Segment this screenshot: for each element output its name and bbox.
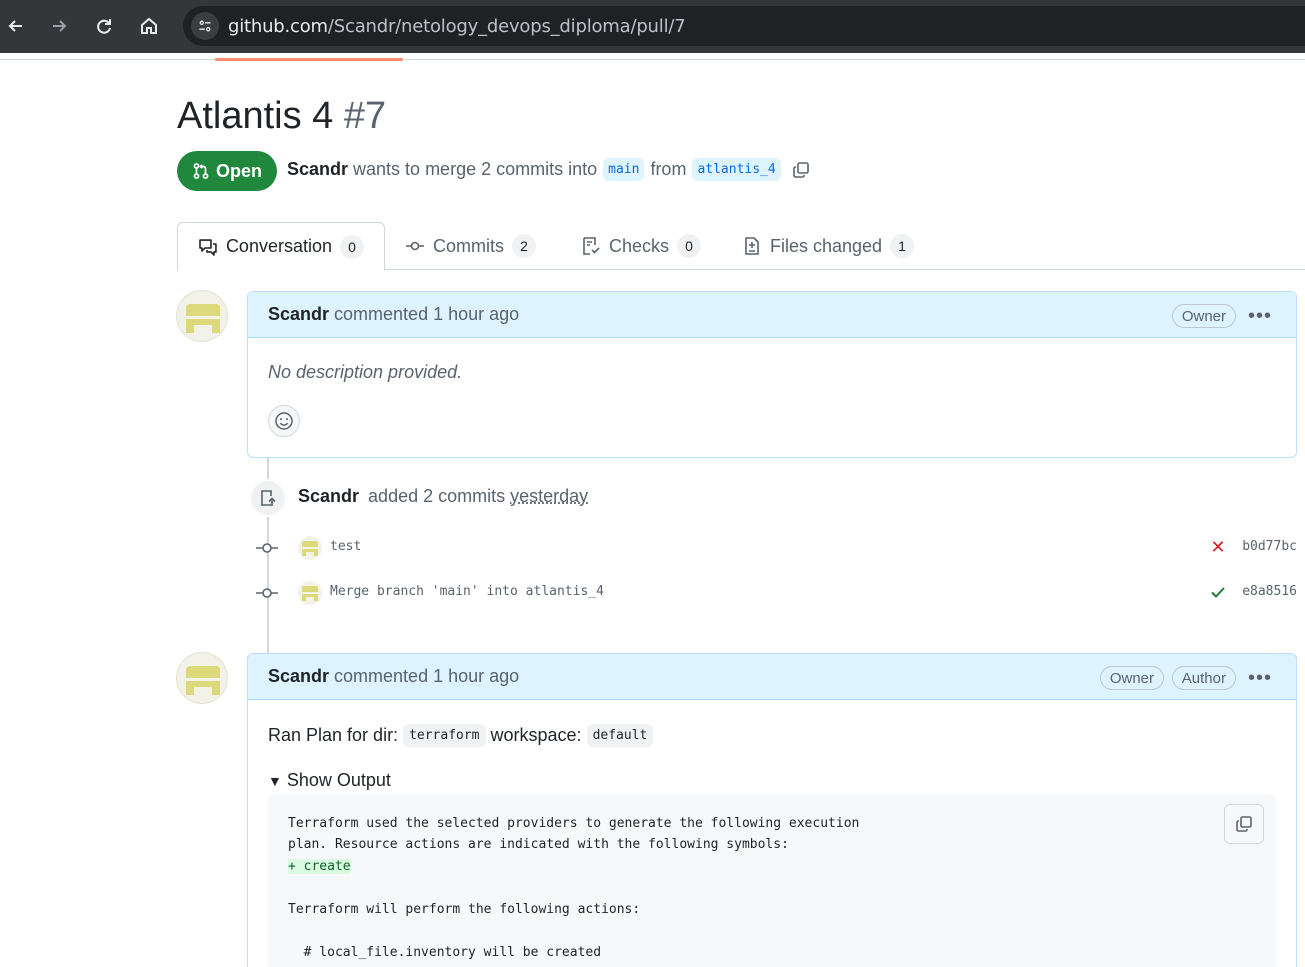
comment-discussion-icon <box>199 238 217 256</box>
tab-label: Commits <box>433 235 504 256</box>
comment-body: No description provided. <box>268 362 463 382</box>
show-output-toggle[interactable]: ▼ Show Output <box>268 770 391 791</box>
avatar[interactable] <box>176 290 228 342</box>
pr-author-link[interactable]: Scandr <box>287 159 348 180</box>
smiley-icon <box>275 412 293 430</box>
pr-state-badge: Open <box>177 151 277 191</box>
tab-conversation[interactable]: Conversation 0 <box>177 222 385 271</box>
summary-label: Show Output <box>286 770 391 790</box>
check-icon[interactable] <box>1209 583 1227 601</box>
tab-counter: 0 <box>340 234 364 259</box>
copy-icon <box>1236 816 1252 832</box>
event-text: added 2 commits <box>368 486 506 506</box>
file-diff-icon <box>745 237 759 255</box>
page-title: Atlantis 4 #7 <box>177 95 386 138</box>
event-author-link[interactable]: Scandr <box>298 486 359 506</box>
x-icon[interactable]: ✕ <box>1209 537 1227 557</box>
tab-counter: 0 <box>677 234 702 258</box>
avatar[interactable] <box>298 536 322 560</box>
comment-header: Scandr commented 1 hour ago Owner Author… <box>248 654 1296 700</box>
git-commit-icon <box>406 241 424 251</box>
tab-label: Checks <box>609 235 670 256</box>
tab-counter: 1 <box>890 234 915 258</box>
plan-summary: Ran Plan for dir: terraform workspace: d… <box>268 724 658 747</box>
comment-card: Scandr commented 1 hour ago Owner ••• No… <box>247 291 1297 458</box>
owner-badge: Owner <box>1099 666 1164 690</box>
git-pull-request-icon <box>193 163 209 179</box>
tab-label: Conversation <box>225 236 332 256</box>
commit-sha-link[interactable]: e8a8516 <box>1242 584 1297 599</box>
add-reaction-button[interactable] <box>268 405 300 437</box>
comment-timestamp[interactable]: commented 1 hour ago <box>334 666 519 687</box>
plan-prefix: Ran Plan for dir: <box>268 725 399 745</box>
dir-code: terraform <box>403 724 486 747</box>
address-bar[interactable]: github.com/Scandr/netology_devops_diplom… <box>183 6 1305 46</box>
git-commit-icon <box>256 541 278 555</box>
home-icon[interactable] <box>133 10 165 42</box>
workspace-label: workspace: <box>490 725 582 745</box>
site-info-icon[interactable] <box>191 12 219 40</box>
copy-icon[interactable] <box>791 160 811 180</box>
tab-counter: 2 <box>512 234 536 258</box>
output-line: Terraform used the selected providers to… <box>288 816 860 831</box>
tab-label: Files changed <box>770 235 883 256</box>
pr-state-label: Open <box>215 160 262 181</box>
base-branch-link[interactable]: main <box>603 158 645 181</box>
copy-output-button[interactable] <box>1224 804 1264 844</box>
tab-checks[interactable]: Checks 0 <box>581 222 702 270</box>
workspace-code: default <box>586 724 654 747</box>
back-arrow-icon[interactable] <box>0 10 32 42</box>
url-text: github.com/Scandr/netology_devops_diplom… <box>228 16 686 37</box>
commit-message-link[interactable]: Merge branch 'main' into atlantis_4 <box>330 584 604 599</box>
browser-toolbar: github.com/Scandr/netology_devops_diplom… <box>0 0 1305 53</box>
comment-timestamp[interactable]: commented 1 hour ago <box>334 304 519 325</box>
merge-info: Scandr wants to merge 2 commits into mai… <box>287 158 811 181</box>
url-host: github.com <box>228 16 328 37</box>
checklist-icon <box>583 237 600 255</box>
page-divider <box>0 59 1305 60</box>
comment-header: Scandr commented 1 hour ago Owner ••• <box>248 292 1296 338</box>
triangle-down-icon: ▼ <box>268 773 282 789</box>
active-repo-tab-indicator <box>215 58 403 61</box>
reload-icon[interactable] <box>88 10 120 42</box>
output-line: plan. Resource actions are indicated wit… <box>288 837 789 852</box>
owner-badge: Owner <box>1171 304 1236 328</box>
merge-text: wants to merge 2 commits into <box>353 159 598 179</box>
head-branch-link[interactable]: atlantis_4 <box>692 158 781 181</box>
pr-title-text: Atlantis 4 <box>177 95 334 137</box>
pr-number: #7 <box>343 95 387 137</box>
comment-author-link[interactable]: Scandr <box>268 304 329 325</box>
commit-row: Merge branch 'main' into atlantis_4 e8a8… <box>256 580 1297 606</box>
comment-author-link[interactable]: Scandr <box>268 666 329 687</box>
git-commit-icon <box>256 586 278 600</box>
tab-commits[interactable]: Commits 2 <box>405 222 536 270</box>
kebab-horizontal-icon[interactable]: ••• <box>1248 304 1272 328</box>
event-timestamp[interactable]: yesterday <box>510 486 588 506</box>
repo-push-icon <box>249 479 287 517</box>
output-line: + create <box>288 859 351 874</box>
output-line: # local_file.inventory will be created <box>288 945 602 960</box>
comment-card: Scandr commented 1 hour ago Owner Author… <box>247 653 1297 967</box>
avatar[interactable] <box>176 652 228 704</box>
author-badge: Author <box>1171 666 1236 690</box>
output-code-block: Terraform used the selected providers to… <box>268 794 1276 967</box>
url-path: /Scandr/netology_devops_diploma/pull/7 <box>327 16 686 37</box>
tab-files-changed[interactable]: Files changed 1 <box>742 222 915 270</box>
kebab-horizontal-icon[interactable]: ••• <box>1248 666 1272 690</box>
forward-arrow-icon[interactable] <box>43 10 75 42</box>
commits-added-event: Scandr added 2 commits yesterday <box>298 486 588 507</box>
commit-message-link[interactable]: test <box>330 539 361 554</box>
avatar[interactable] <box>298 581 322 605</box>
from-text: from <box>650 159 687 179</box>
output-line: Terraform will perform the following act… <box>288 902 641 917</box>
commit-row: test ✕ b0d77bc <box>256 535 1297 561</box>
commit-sha-link[interactable]: b0d77bc <box>1242 539 1297 554</box>
